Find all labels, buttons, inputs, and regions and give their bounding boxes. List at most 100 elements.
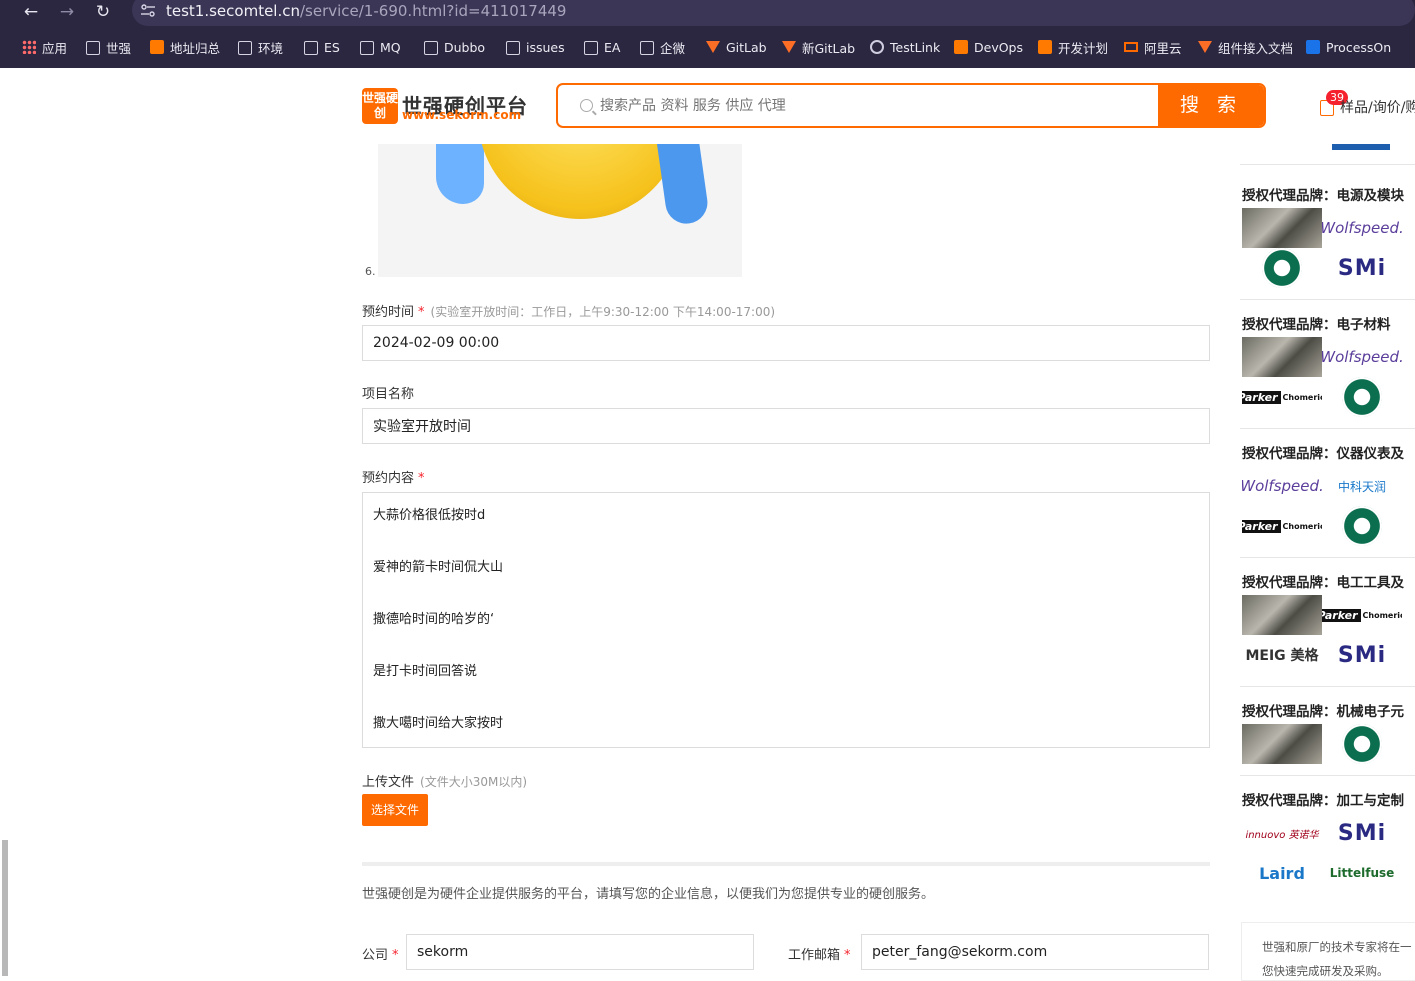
required-mark: * bbox=[418, 471, 425, 486]
chomerics-label: Chomerics bbox=[1282, 392, 1323, 402]
section-separator bbox=[1240, 775, 1415, 776]
brand-starbucks[interactable] bbox=[1322, 506, 1402, 546]
logo-url[interactable]: www.sekorm.com bbox=[402, 108, 521, 122]
bookmark-17[interactable]: ProcessOn bbox=[1306, 38, 1391, 56]
search-button[interactable]: 搜 索 bbox=[1158, 85, 1264, 126]
brand-littelfuse[interactable]: Littelfuse bbox=[1322, 853, 1402, 893]
section-title-instruments[interactable]: 授权代理品牌：仪器仪表及 bbox=[1242, 442, 1404, 462]
bookmark-8[interactable]: EA bbox=[584, 38, 620, 56]
brand-laird[interactable]: Laird bbox=[1242, 853, 1322, 893]
url-host: test1.secomtel.cn bbox=[166, 2, 300, 20]
brand-starbucks[interactable] bbox=[1322, 377, 1402, 417]
cart-link[interactable]: 样品/询价/购 bbox=[1340, 97, 1415, 117]
brand-meig[interactable]: MEIG 美格 bbox=[1242, 635, 1322, 675]
site-settings-icon[interactable] bbox=[140, 4, 156, 18]
time-input[interactable]: 2024-02-09 00:00 bbox=[362, 325, 1210, 361]
crying-emoji-icon bbox=[478, 144, 683, 219]
section-title-processing[interactable]: 授权代理品牌：加工与定制 bbox=[1242, 789, 1404, 809]
bookmark-9[interactable]: 企微 bbox=[640, 38, 685, 56]
bookmark-label: 开发计划 bbox=[1058, 40, 1109, 56]
bookmark-label: 组件接入文档 bbox=[1218, 40, 1294, 56]
folder-icon bbox=[304, 41, 318, 55]
time-label: 预约时间 * (实验室开放时间：工作日，上午9:30-12:00 下午14:00-1… bbox=[362, 301, 775, 320]
bookmark-15[interactable]: 阿里云 bbox=[1124, 38, 1182, 56]
section-separator bbox=[1240, 299, 1415, 300]
brand-photo[interactable] bbox=[1242, 208, 1322, 248]
sekorm-icon bbox=[150, 40, 164, 54]
time-hint: (实验室开放时间：工作日，上午9:30-12:00 下午14:00-17:00) bbox=[430, 305, 776, 319]
section-separator bbox=[1240, 164, 1415, 165]
bookmark-13[interactable]: DevOps bbox=[954, 38, 1023, 56]
upload-label-text: 上传文件 bbox=[362, 775, 415, 790]
bookmark-label: 地址归总 bbox=[170, 40, 221, 56]
section-title-mechanical[interactable]: 授权代理品牌：机械电子元 bbox=[1242, 700, 1404, 720]
project-label: 项目名称 bbox=[362, 387, 415, 402]
brand-parker[interactable]: ParkerChomerics bbox=[1242, 377, 1322, 417]
gitlab-icon bbox=[706, 41, 720, 53]
brand-wolfspeed[interactable]: Wolfspeed. bbox=[1322, 208, 1402, 248]
bookmark-1[interactable]: 世强 bbox=[86, 38, 131, 56]
bookmark-12[interactable]: TestLink bbox=[870, 38, 940, 56]
globe-icon bbox=[870, 40, 884, 54]
brand-parker[interactable]: ParkerChomerics bbox=[1242, 506, 1322, 546]
content-line: 撒德哈时间的哈岁的‘ bbox=[373, 612, 495, 627]
logo-mark[interactable]: 世强硬创 bbox=[362, 88, 398, 124]
forward-icon[interactable]: → bbox=[56, 1, 78, 23]
reload-icon[interactable]: ↻ bbox=[92, 1, 114, 23]
brand-wolfspeed[interactable]: Wolfspeed. bbox=[1322, 337, 1402, 377]
bookmark-10[interactable]: GitLab bbox=[706, 38, 767, 56]
bookmark-5[interactable]: MQ bbox=[360, 38, 401, 56]
url-text[interactable]: test1.secomtel.cn/service/1-690.html?id=… bbox=[166, 2, 566, 20]
email-label: 工作邮箱 * bbox=[788, 944, 851, 963]
brand-innuovo[interactable]: innuovo 英诺华 bbox=[1242, 813, 1322, 853]
brand-photo[interactable] bbox=[1242, 595, 1322, 635]
processon-icon bbox=[1306, 40, 1320, 54]
brand-smi[interactable]: SMi bbox=[1322, 813, 1402, 853]
list-number: 6. bbox=[365, 265, 376, 278]
email-input[interactable]: peter_fang@sekorm.com bbox=[861, 934, 1209, 970]
bookmark-2[interactable]: 地址归总 bbox=[150, 38, 220, 56]
browser-chrome: ← → ↻ test1.secomtel.cn/service/1-690.ht… bbox=[0, 0, 1415, 68]
brand-zhongke[interactable]: 中科天润 bbox=[1322, 466, 1402, 506]
scrollbar-thumb[interactable] bbox=[2, 840, 8, 976]
bookmark-label: 世强 bbox=[106, 40, 132, 56]
company-input[interactable]: sekorm bbox=[406, 934, 754, 970]
bookmark-label: TestLink bbox=[890, 39, 941, 55]
brand-starbucks[interactable] bbox=[1242, 248, 1322, 288]
company-intro-text: 世强硬创是为硬件企业提供服务的平台，请填写您的企业信息，以便我们为您提供专业的硬… bbox=[362, 887, 935, 902]
url-path: /service/1-690.html?id=411017449 bbox=[300, 2, 567, 20]
folder-icon bbox=[424, 41, 438, 55]
brand-smi[interactable]: SMi bbox=[1322, 248, 1402, 288]
starbucks-logo-icon bbox=[1262, 248, 1302, 288]
bookmark-7[interactable]: issues bbox=[506, 38, 565, 56]
section-separator bbox=[1240, 428, 1415, 429]
bookmark-4[interactable]: ES bbox=[304, 38, 340, 56]
content-textarea[interactable]: 大蒜价格很低按时d 爱神的箭卡时间侃大山 撒德哈时间的哈岁的‘ 是打卡时间回答说… bbox=[362, 492, 1210, 748]
brand-photo[interactable] bbox=[1242, 724, 1322, 764]
brand-photo[interactable] bbox=[1242, 337, 1322, 377]
project-input[interactable]: 实验室开放时间 bbox=[362, 408, 1210, 444]
apps-grid-icon bbox=[22, 40, 36, 54]
choose-file-button[interactable]: 选择文件 bbox=[362, 794, 428, 826]
aliyun-icon bbox=[1124, 42, 1138, 52]
search-bar: 搜 索 bbox=[556, 83, 1266, 128]
bookmark-3[interactable]: 环境 bbox=[238, 38, 283, 56]
bookmark-label: MQ bbox=[380, 39, 401, 55]
brand-smi[interactable]: SMi bbox=[1322, 635, 1402, 675]
bookmark-0[interactable]: 应用 bbox=[22, 38, 67, 56]
back-icon[interactable]: ← bbox=[20, 1, 42, 23]
bookmark-14[interactable]: 开发计划 bbox=[1038, 38, 1108, 56]
bookmark-11[interactable]: 新GitLab bbox=[782, 38, 855, 56]
bookmarks-bar: 应用 世强 地址归总 环境 ES MQ Dubbo issues EA 企微 GitLab 新GitL… bbox=[10, 30, 1415, 64]
section-title-materials[interactable]: 授权代理品牌：电子材料 bbox=[1242, 313, 1391, 333]
search-input[interactable] bbox=[558, 85, 1158, 126]
section-title-tools[interactable]: 授权代理品牌：电工工具及 bbox=[1242, 571, 1404, 591]
address-bar[interactable]: test1.secomtel.cn/service/1-690.html?id=… bbox=[132, 0, 1415, 26]
bookmark-6[interactable]: Dubbo bbox=[424, 38, 485, 56]
starbucks-logo-icon bbox=[1342, 506, 1382, 546]
section-title-power[interactable]: 授权代理品牌：电源及模块 bbox=[1242, 184, 1404, 204]
bookmark-16[interactable]: 组件接入文档 bbox=[1198, 38, 1293, 56]
brand-parker[interactable]: ParkerChomerics bbox=[1322, 595, 1402, 635]
brand-starbucks[interactable] bbox=[1322, 724, 1402, 764]
brand-wolfspeed[interactable]: Wolfspeed. bbox=[1242, 466, 1322, 506]
